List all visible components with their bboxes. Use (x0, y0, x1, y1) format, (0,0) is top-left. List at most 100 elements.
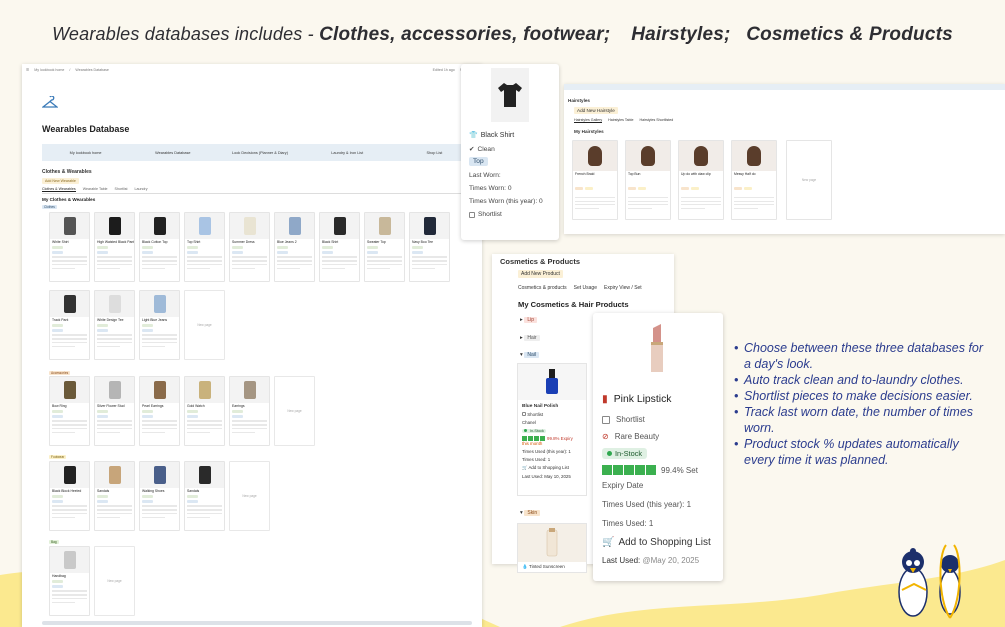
group-tag-nail[interactable]: Nail (524, 352, 539, 358)
status-tag[interactable] (142, 246, 153, 249)
tab-hairstyles-gallery[interactable]: Hairstyles Gallery (574, 118, 603, 123)
category-tag[interactable] (52, 500, 63, 503)
nav-item-look-decisions[interactable]: Look Decisions (Planner & Diary) (216, 151, 303, 155)
breadcrumb-home[interactable]: My lookbook home (34, 68, 64, 72)
shirt-category-tag[interactable]: Top (469, 157, 488, 166)
hair-tag[interactable] (638, 187, 646, 190)
group-tag-skin[interactable]: Skin (524, 510, 541, 516)
category-tag[interactable] (52, 329, 63, 332)
hairstyle-card[interactable]: French Braid (572, 140, 618, 220)
new-page-card[interactable]: New page (229, 461, 270, 531)
add-wearable-button[interactable]: Add New Wearable (42, 178, 79, 184)
status-tag[interactable] (232, 246, 243, 249)
wearable-card[interactable]: Walking Shoes (139, 461, 180, 531)
nail-polish-card[interactable]: Blue Nail Polish Shortlist Chanel In-Sto… (517, 363, 587, 496)
chevron-down-icon[interactable]: ▾ (520, 510, 523, 516)
nav-item-wearables[interactable]: Wearables Database (129, 151, 216, 155)
tab-set-usage[interactable]: Set Usage (574, 285, 597, 291)
wearable-card[interactable]: Silver Flower Stud (94, 376, 135, 446)
status-tag[interactable] (52, 580, 63, 583)
category-tag[interactable] (97, 500, 108, 503)
hairstyle-card[interactable]: Up do with claw clip (678, 140, 724, 220)
wearable-card[interactable]: Track Pant (49, 290, 90, 360)
category-tag[interactable] (52, 585, 63, 588)
wearable-card[interactable]: Black Block Heeled (49, 461, 90, 531)
status-tag[interactable] (187, 410, 198, 413)
wearable-card[interactable]: Pearl Earrings (139, 376, 180, 446)
lipstick-stock-badge[interactable]: In-Stock (602, 448, 648, 459)
category-tag[interactable] (277, 251, 288, 254)
wearable-card[interactable]: Summer Dress (229, 212, 270, 282)
tab-shortlist[interactable]: Shortlist (115, 187, 128, 192)
hair-tag[interactable] (691, 187, 699, 190)
chevron-down-icon[interactable]: ▾ (520, 352, 523, 358)
new-page-card[interactable]: New page (94, 546, 135, 616)
wearable-card[interactable]: Bow Ring (49, 376, 90, 446)
add-hairstyle-button[interactable]: Add New Hairstyle (574, 107, 618, 114)
category-tag[interactable] (142, 329, 153, 332)
status-tag[interactable] (277, 246, 288, 249)
category-tag[interactable] (97, 251, 108, 254)
status-tag[interactable] (322, 246, 333, 249)
tab-clothes-wearables[interactable]: Clothes & Wearables (42, 187, 76, 192)
status-tag[interactable] (52, 246, 63, 249)
new-page-card[interactable]: New page (274, 376, 315, 446)
category-tag[interactable] (142, 500, 153, 503)
tab-cosmetics-products[interactable]: Cosmetics & products (518, 285, 567, 291)
status-tag[interactable] (142, 495, 153, 498)
category-tag[interactable] (142, 415, 153, 418)
wearable-card[interactable]: High Waisted Black Pant (94, 212, 135, 282)
nail-shop-button[interactable]: Add to Shopping List (528, 465, 569, 470)
tab-hairstyles-shortlisted[interactable]: Hairstyles Shortlisted (639, 118, 673, 123)
status-tag[interactable] (52, 495, 63, 498)
category-tag[interactable] (367, 251, 378, 254)
group-tag-hair[interactable]: Hair (524, 335, 540, 341)
hair-tag[interactable] (575, 187, 583, 190)
wearable-card[interactable]: Sweater Top (364, 212, 405, 282)
group-tag-clothes[interactable]: Clothes (42, 205, 57, 209)
hair-new-page[interactable]: New page (786, 140, 832, 220)
category-tag[interactable] (52, 251, 63, 254)
wearable-card[interactable]: Blue Jeans 2 (274, 212, 315, 282)
wearable-card[interactable]: Handbag (49, 546, 90, 616)
category-tag[interactable] (52, 415, 63, 418)
lipstick-shortlist-checkbox[interactable] (602, 415, 610, 424)
category-tag[interactable] (232, 251, 243, 254)
wearable-card[interactable]: Earrings (229, 376, 270, 446)
tab-expiry-view[interactable]: Expiry View / Set (604, 285, 642, 291)
hairstyle-card[interactable]: Messy Half do (731, 140, 777, 220)
hair-tag[interactable] (744, 187, 752, 190)
status-tag[interactable] (142, 324, 153, 327)
status-tag[interactable] (232, 410, 243, 413)
wearable-card[interactable]: White Design Tee (94, 290, 135, 360)
nav-item-laundry[interactable]: Laundry & Iron List (304, 151, 391, 155)
category-tag[interactable] (412, 251, 423, 254)
tab-hairstyles-table[interactable]: Hairstyles Table (608, 118, 633, 123)
nav-item-home[interactable]: My lookbook home (42, 151, 129, 155)
status-tag[interactable] (97, 495, 108, 498)
sunscreen-card[interactable]: 💧 Tinted Sunscreen (517, 523, 587, 573)
shirt-shortlist-checkbox[interactable] (469, 211, 475, 218)
lipstick-last-used[interactable]: @May 20, 2025 (642, 556, 699, 565)
group-tag-bag[interactable]: Bag (49, 540, 59, 544)
category-tag[interactable] (187, 415, 198, 418)
wearable-card[interactable]: Sandals (94, 461, 135, 531)
menu-icon[interactable]: ☰ (26, 68, 29, 72)
hair-tag[interactable] (585, 187, 593, 190)
category-tag[interactable] (322, 251, 333, 254)
status-tag[interactable] (52, 410, 63, 413)
status-tag[interactable] (412, 246, 423, 249)
group-tag-footwear[interactable]: Footwear (49, 455, 67, 459)
category-tag[interactable] (232, 415, 243, 418)
category-tag[interactable] (187, 500, 198, 503)
wearable-card[interactable]: Navy Boo Tee (409, 212, 450, 282)
tab-wearable-table[interactable]: Wearable Table (83, 187, 108, 192)
new-page-card[interactable]: New page (184, 290, 225, 360)
wearable-card[interactable]: Top Shirt (184, 212, 225, 282)
status-tag[interactable] (52, 324, 63, 327)
status-tag[interactable] (97, 410, 108, 413)
status-tag[interactable] (142, 410, 153, 413)
hair-tag[interactable] (734, 187, 742, 190)
hair-tag[interactable] (628, 187, 636, 190)
status-tag[interactable] (187, 495, 198, 498)
